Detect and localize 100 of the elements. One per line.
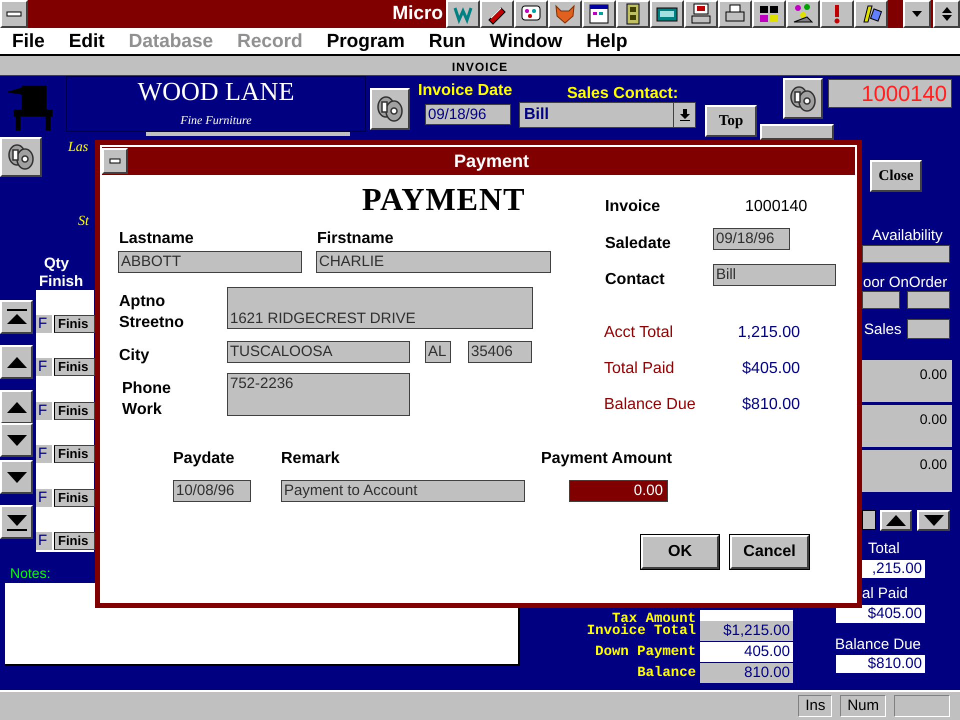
dialog-heading: PAYMENT	[362, 183, 526, 215]
date-field[interactable]: 09/18/96	[425, 104, 511, 125]
scroll-button[interactable]	[0, 423, 33, 457]
contact-dropdown[interactable]: Bill	[519, 102, 696, 128]
dialog-button[interactable]: OK	[641, 535, 719, 569]
field-label: Availability	[872, 226, 943, 246]
menu-item[interactable]: Edit	[68, 32, 105, 50]
close-button[interactable]: Close	[870, 160, 922, 192]
sales-field[interactable]	[907, 319, 950, 339]
down-payment-field: 405.00	[700, 642, 793, 662]
finish-button[interactable]: Finis	[54, 532, 95, 550]
finish-button[interactable]: Finis	[54, 445, 95, 463]
dialog-button[interactable]: Cancel	[730, 535, 809, 569]
finish-button[interactable]: Finis	[54, 358, 95, 376]
amount-cell: 0.00	[862, 360, 952, 404]
top-button[interactable]: Top	[705, 105, 757, 137]
menu-item[interactable]: Program	[326, 32, 405, 50]
zip-field[interactable]: 35406	[468, 341, 532, 363]
key-icon	[6, 142, 36, 172]
toolbar-button[interactable]	[684, 0, 718, 28]
toolbar-button[interactable]	[650, 0, 684, 28]
scroll-button[interactable]	[0, 300, 33, 334]
total-label: Balance	[637, 664, 696, 682]
saledate-field[interactable]: 09/18/96	[713, 228, 790, 250]
button-edge[interactable]	[862, 510, 876, 530]
dialog-title: Payment	[454, 150, 530, 173]
onorder-field[interactable]	[907, 291, 950, 309]
lastname-field[interactable]: ABBOTT	[118, 251, 302, 273]
total-label: Invoice Total	[586, 622, 696, 640]
floor-field[interactable]	[862, 291, 900, 309]
remark-field[interactable]: Payment to Account	[281, 480, 525, 502]
finish-button[interactable]: Finis	[54, 489, 95, 507]
field-label: Firstname	[317, 229, 394, 249]
toolbar-button[interactable]	[786, 0, 820, 28]
amount-cell: 0.00	[862, 405, 952, 449]
key-icon	[375, 94, 405, 124]
flag-cell: F	[36, 532, 52, 550]
scroll-button[interactable]	[0, 460, 33, 494]
scroll-button[interactable]	[917, 510, 950, 531]
toolbar-button[interactable]	[582, 0, 616, 28]
column-header: Remark	[281, 449, 340, 469]
total-label: Down Payment	[595, 643, 696, 661]
toolbar-button[interactable]	[854, 0, 888, 28]
contact-field[interactable]: Bill	[713, 264, 836, 286]
column-header: Finish	[39, 272, 84, 292]
acct-total-field: ,215.00	[862, 560, 925, 578]
finish-button[interactable]: Finis	[54, 315, 95, 333]
fox-icon	[553, 2, 577, 26]
field-label: Work	[122, 400, 162, 420]
toolbar-button[interactable]	[820, 0, 854, 28]
toolbar-button[interactable]	[718, 0, 752, 28]
street-field[interactable]: 1621 RIDGECREST DRIVE	[227, 287, 533, 329]
computer-icon	[689, 2, 713, 26]
menu-item[interactable]: Window	[490, 32, 562, 50]
toolbar-button[interactable]	[446, 0, 480, 28]
restore-button[interactable]	[933, 0, 960, 28]
field-label: oor OnOrder	[863, 273, 948, 293]
field-label: Saledate	[605, 234, 671, 254]
field-label: Total	[868, 539, 900, 559]
availability-field[interactable]	[862, 245, 950, 263]
flag-cell: F	[36, 402, 52, 420]
scroll-button[interactable]	[0, 505, 33, 539]
key-button[interactable]	[370, 88, 410, 130]
field-label: al Paid	[862, 584, 908, 604]
window-icon	[587, 2, 611, 26]
menu-item[interactable]: File	[12, 32, 45, 50]
status-indicator	[894, 695, 950, 717]
notes-label: Notes:	[10, 564, 50, 583]
toolbar-button[interactable]	[480, 0, 514, 28]
form-title: INVOICE	[452, 58, 508, 76]
menu-item[interactable]: Run	[428, 32, 466, 50]
partial-button[interactable]	[760, 124, 834, 140]
state-field[interactable]: AL	[425, 341, 451, 363]
field-label: Streetno	[119, 313, 184, 333]
toolbar-button[interactable]	[616, 0, 650, 28]
dropdown-value: Bill	[523, 105, 550, 125]
toolbar-button[interactable]	[514, 0, 548, 28]
scroll-button[interactable]	[880, 510, 912, 531]
column-header: Qty	[44, 254, 70, 274]
control-menu-button[interactable]	[102, 148, 128, 174]
summary-label: Acct Total	[604, 323, 674, 343]
scroll-button[interactable]	[0, 345, 33, 379]
toolbar-button[interactable]	[548, 0, 582, 28]
toolbar-button[interactable]	[752, 0, 786, 28]
phone-field[interactable]: 752-2236	[227, 373, 410, 416]
summary-value: $405.00	[741, 359, 800, 379]
finish-button[interactable]: Finis	[54, 402, 95, 420]
flag-cell: F	[36, 315, 52, 333]
field-label: Balance Due	[835, 635, 921, 655]
menu-item[interactable]: Help	[586, 32, 628, 50]
paydate-field[interactable]: 10/08/96	[173, 480, 251, 502]
control-menu-button[interactable]	[0, 0, 28, 28]
key-button[interactable]	[0, 137, 42, 177]
column-header: Paydate	[173, 449, 234, 469]
key-button[interactable]	[783, 78, 823, 119]
payment-amount-field[interactable]: 0.00	[569, 480, 668, 502]
city-field[interactable]: TUSCALOOSA	[227, 341, 410, 363]
scroll-button[interactable]	[0, 390, 33, 424]
firstname-field[interactable]: CHARLIE	[316, 251, 551, 273]
minimize-button[interactable]	[903, 0, 931, 28]
